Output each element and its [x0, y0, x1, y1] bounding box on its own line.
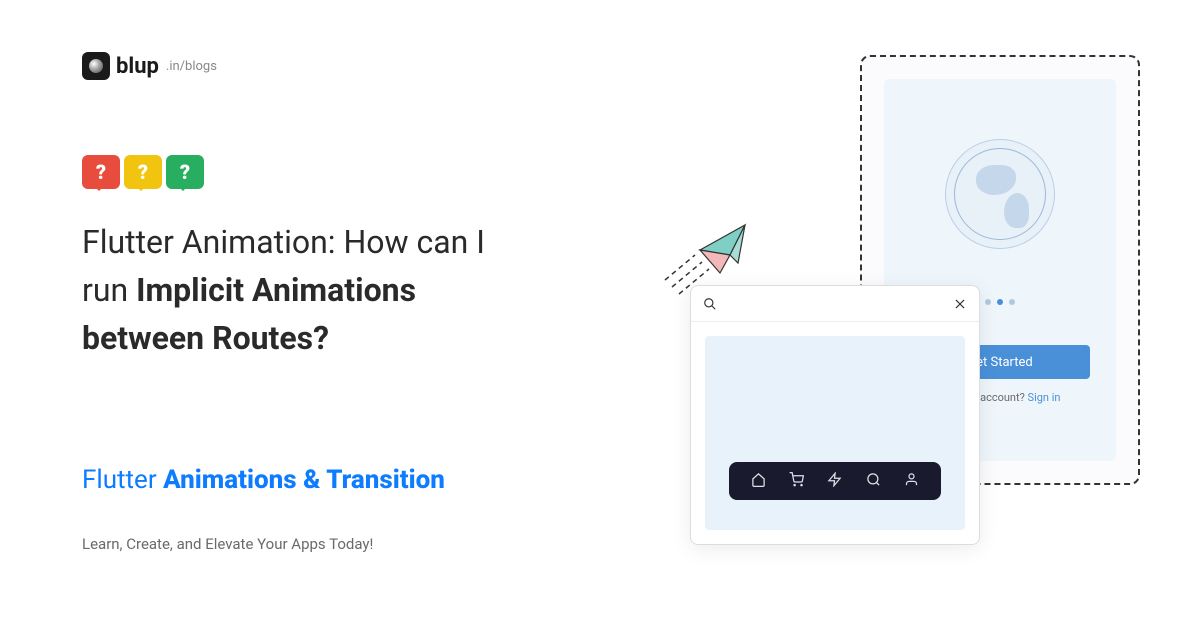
title-line2-bold: Implicit Animations	[136, 271, 416, 309]
dot-active	[997, 299, 1003, 305]
subtitle: Flutter Animations & Transition	[82, 465, 445, 495]
bolt-icon[interactable]	[827, 472, 842, 491]
title-line1: Flutter Animation: How can I	[82, 223, 485, 261]
illustration: Get Started have an account? Sign in	[690, 55, 1160, 575]
close-icon[interactable]	[953, 297, 967, 311]
dot	[1009, 299, 1015, 305]
logo-name: blup	[116, 54, 159, 79]
bubble-yellow: ?	[124, 155, 162, 189]
question-bubbles: ? ? ?	[82, 155, 208, 189]
title-line3-bold: between Routes?	[82, 319, 329, 357]
paper-plane-icon	[660, 205, 750, 295]
title-line2-plain: run	[82, 271, 136, 309]
bottom-nav	[729, 462, 941, 500]
dot	[985, 299, 991, 305]
logo-icon	[82, 52, 110, 80]
browser-mockup	[690, 285, 980, 545]
search-icon[interactable]	[866, 472, 881, 491]
browser-body	[705, 336, 965, 530]
search-icon	[703, 297, 717, 311]
cart-icon[interactable]	[789, 472, 804, 491]
home-icon[interactable]	[751, 472, 766, 491]
user-icon[interactable]	[904, 472, 919, 491]
logo-suffix: .in/blogs	[166, 59, 217, 74]
site-logo: blup .in/blogs	[82, 52, 217, 80]
tagline: Learn, Create, and Elevate Your Apps Tod…	[82, 535, 373, 553]
pagination-dots	[985, 299, 1015, 305]
subtitle-light: Flutter	[82, 465, 163, 495]
page-title: Flutter Animation: How can I run Implici…	[82, 218, 642, 362]
browser-header	[691, 286, 979, 322]
bubble-green: ?	[166, 155, 204, 189]
signin-link[interactable]: Sign in	[1028, 391, 1061, 404]
globe-icon	[945, 139, 1055, 249]
bubble-red: ?	[82, 155, 120, 189]
subtitle-heavy: Animations & Transition	[163, 465, 445, 495]
